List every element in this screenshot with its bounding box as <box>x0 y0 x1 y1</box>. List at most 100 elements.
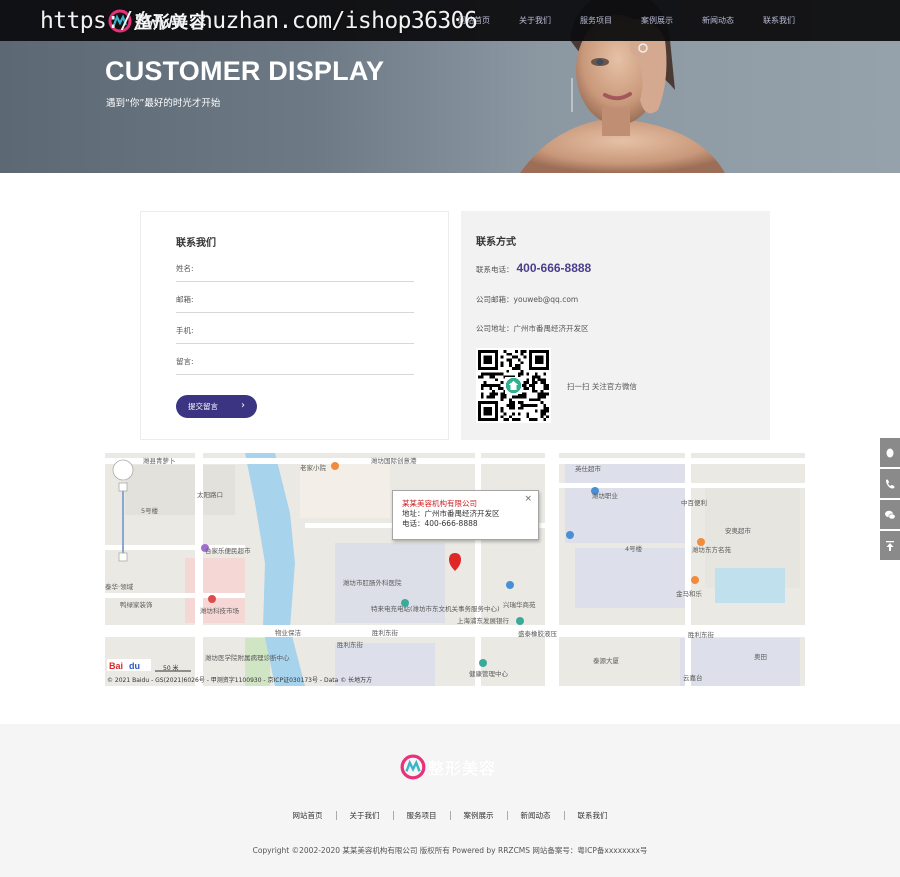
footer-nav-cases[interactable]: 案例展示 <box>464 810 494 821</box>
email-row: 公司邮箱：youweb@qq.com <box>476 294 578 305</box>
phone-input[interactable] <box>196 322 406 338</box>
map-info-popup: 某某美容机构有限公司 地址：广州市番禺经济开发区 电话：400-666-8888… <box>392 490 539 540</box>
nav-cases[interactable]: 案例展示 <box>641 15 673 26</box>
name-input[interactable] <box>196 260 406 276</box>
popup-close-icon[interactable]: × <box>524 494 532 504</box>
map-place-label: 盛泰橡胶液压 <box>518 630 557 638</box>
map-place-label: 泰华·领域 <box>105 583 134 591</box>
nav-home[interactable]: 网站首页 <box>458 15 490 26</box>
phone-row-label: 联系电话： <box>476 265 514 274</box>
location-map[interactable]: Bai du 潍县青萝卜 潍坊国际创意港老家小院太阳路口 5号楼台家乐便民超市 英仕超… <box>105 453 805 686</box>
map-place-label: 胜利东街 <box>688 631 714 639</box>
map-place-label: 云嘉台 <box>683 674 703 682</box>
map-place-label: 特来电充电站(潍坊市东文机关事务服务中心) <box>371 605 500 613</box>
footer-nav-divider <box>449 811 451 820</box>
hero-banner: 整形美容 网站首页 关于我们 服务项目 案例展示 新闻动态 联系我们 https… <box>0 0 900 173</box>
map-place-label: 太阳路口 <box>197 491 223 499</box>
phone-icon[interactable] <box>880 469 900 498</box>
message-label: 留言: <box>176 357 194 366</box>
main-nav: 网站首页 关于我们 服务项目 案例展示 新闻动态 联系我们 <box>458 0 824 41</box>
qq-icon[interactable] <box>880 438 900 467</box>
map-place-label: 台家乐便民超市 <box>205 547 251 555</box>
footer-brand-name: 整形美容 <box>428 759 497 778</box>
footer-nav-news[interactable]: 新闻动态 <box>521 810 551 821</box>
map-place-label: 胜利东街 <box>372 629 398 637</box>
footer-nav-divider <box>506 811 508 820</box>
footer-nav-divider <box>335 811 337 820</box>
email-row-label: 公司邮箱： <box>476 295 514 304</box>
form-title: 联系我们 <box>176 238 216 249</box>
footer-nav-divider <box>392 811 394 820</box>
map-place-label: 鸭绿家装饰 <box>120 601 153 609</box>
map-place-label: 5号楼 <box>141 507 159 515</box>
nav-about[interactable]: 关于我们 <box>519 15 551 26</box>
address-row: 公司地址：广州市番禺经济开发区 <box>476 323 589 334</box>
svg-text:du: du <box>129 661 140 671</box>
wechat-icon[interactable] <box>880 500 900 529</box>
map-place-label: 健康管理中心 <box>469 670 508 678</box>
footer-copyright: Copyright ©2002-2020 某某美容机构有限公司 版权所有 Pow… <box>252 846 648 855</box>
map-place-label: 英仕超市 <box>575 465 601 473</box>
submit-button[interactable]: 提交留言 › <box>176 395 257 418</box>
name-field[interactable]: 姓名: <box>176 258 414 282</box>
footer-nav-home[interactable]: 网站首页 <box>293 810 323 821</box>
footer-logo[interactable]: 整形美容 <box>400 754 496 780</box>
map-place-label: 潍坊科技市场 <box>200 607 239 615</box>
map-place-label: 金马和乐 <box>676 590 702 598</box>
contact-info: 联系方式 联系电话： 400-666-8888 公司邮箱：youweb@qq.co… <box>461 211 770 440</box>
map-place-label: 4号楼 <box>625 545 643 553</box>
map-place-label: 兴瑞华商苑 <box>503 601 536 609</box>
nav-contact[interactable]: 联系我们 <box>763 15 795 26</box>
map-place-label: 潍坊职业 <box>592 492 618 500</box>
nav-services[interactable]: 服务项目 <box>580 15 612 26</box>
map-place-label: 安奥超市 <box>725 527 751 535</box>
email-address: youweb@qq.com <box>513 295 579 304</box>
address-row-label: 公司地址： <box>476 324 514 333</box>
footer-logo-icon <box>400 754 426 780</box>
email-field[interactable]: 邮箱: <box>176 289 414 313</box>
map-copyright: © 2021 Baidu - GS(2021)6026号 - 甲测资字11009… <box>107 677 373 684</box>
map-place-label: 老家小院 <box>300 464 326 472</box>
map-place-label: 潍坊国际创意港 <box>371 457 417 465</box>
message-input[interactable] <box>196 353 406 369</box>
name-label: 姓名: <box>176 264 194 273</box>
footer-nav-services[interactable]: 服务项目 <box>407 810 437 821</box>
map-place-label: 潍坊医学院附属病理诊断中心 <box>205 654 290 662</box>
map-place-label: 物业保洁 <box>275 629 301 637</box>
map-place-label: 上海浦东发展银行 <box>457 617 509 625</box>
phone-row: 联系电话： 400-666-8888 <box>476 261 591 275</box>
chevron-right-icon: › <box>241 400 245 411</box>
page-title: CUSTOMER DISPLAY <box>105 56 385 86</box>
contact-info-title: 联系方式 <box>476 237 516 248</box>
map-place-label: 潍坊东方名苑 <box>692 546 731 554</box>
map-place-label: 胜利东街 <box>337 641 363 649</box>
phone-number: 400-666-8888 <box>516 261 592 275</box>
map-scale: 50 米 <box>163 665 179 672</box>
logo-icon <box>108 9 132 32</box>
back-to-top-icon[interactable] <box>880 531 900 560</box>
side-toolbar <box>880 438 900 562</box>
footer: 整形美容 网站首页 关于我们 服务项目 案例展示 新闻动态 联系我们 Copyr… <box>0 724 900 877</box>
email-input[interactable] <box>196 291 406 307</box>
qr-code-image <box>478 350 549 421</box>
footer-nav-about[interactable]: 关于我们 <box>350 810 380 821</box>
map-place-label: 中百便利 <box>681 499 707 507</box>
map-place-label: 潍县青萝卜 <box>143 457 176 465</box>
map-place-label: 奥田 <box>754 653 767 661</box>
footer-nav-divider <box>563 811 565 820</box>
popup-phone: 电话：400-666-8888 <box>402 519 478 528</box>
contact-form: 联系我们 姓名: 邮箱: 手机: 留言: 提交留言 › <box>140 211 449 440</box>
nav-news[interactable]: 新闻动态 <box>702 15 734 26</box>
map-place-label: 泰源大厦 <box>593 657 619 665</box>
submit-label: 提交留言 <box>188 402 218 411</box>
svg-text:Bai: Bai <box>109 661 123 671</box>
brand-name: 整形美容 <box>135 13 207 33</box>
message-field[interactable]: 留言: <box>176 351 414 375</box>
phone-label: 手机: <box>176 326 194 335</box>
footer-nav-contact[interactable]: 联系我们 <box>578 810 608 821</box>
address-text: 广州市番禺经济开发区 <box>513 324 589 333</box>
site-logo[interactable]: 整形美容 <box>108 8 207 33</box>
wechat-qr-code <box>476 348 551 423</box>
email-label: 邮箱: <box>176 295 194 304</box>
phone-field[interactable]: 手机: <box>176 320 414 344</box>
